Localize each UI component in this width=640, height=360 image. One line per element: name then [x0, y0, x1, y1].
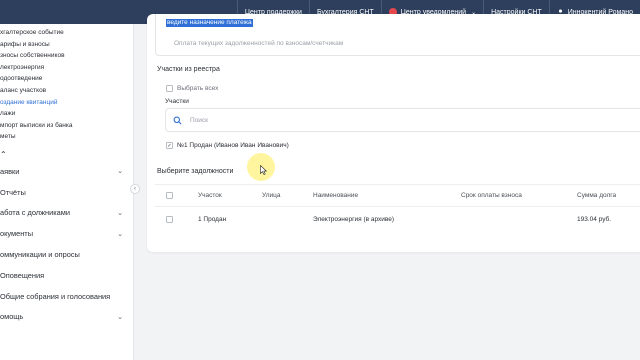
sidebar: хгалтерское событие арифы и взносы зносы…	[0, 24, 134, 360]
plot-item-label: №1 Продан (Иванов Иван Иванович)	[177, 142, 289, 149]
column-header: Улица	[262, 192, 281, 199]
table-cell-plot: 1 Продан	[198, 216, 227, 223]
payment-purpose-label: ведите назначение платежа	[166, 19, 253, 27]
sidebar-item-documents[interactable]: окументы ⌄	[0, 223, 133, 244]
debts-section-title: Выберите задолжности	[157, 168, 234, 175]
sidebar-sub-item-active[interactable]: оздание квитанций	[0, 97, 133, 109]
checkbox-icon	[166, 85, 173, 92]
receipt-form-card: ведите назначение платежа Оплата текущих…	[147, 14, 640, 252]
chevron-down-icon: ⌄	[117, 230, 123, 238]
sidebar-item-label: Отчёты	[0, 187, 26, 197]
column-header: Участок	[198, 192, 222, 199]
chevron-up-icon: ⌃	[0, 150, 7, 160]
sidebar-sub-item[interactable]: лажи	[0, 108, 133, 120]
sidebar-item-debtors[interactable]: абота с должниками ⌄	[0, 203, 133, 224]
payment-purpose-placeholder: Оплата текущих задолженностей по взносам…	[174, 40, 344, 47]
sidebar-sub-item[interactable]: лектроэнергия	[0, 62, 133, 74]
sidebar-sub-item[interactable]: зносы собственников	[0, 50, 133, 62]
search-icon	[173, 116, 182, 124]
column-header: Сумма долга	[577, 192, 617, 199]
sidebar-item-alerts[interactable]: Оповещения	[0, 265, 133, 286]
column-header: Наименование	[313, 192, 359, 199]
chevron-down-icon: ⌄	[117, 313, 123, 321]
plots-search[interactable]	[165, 108, 640, 132]
sidebar-collapse-button[interactable]: ‹	[130, 184, 140, 194]
sidebar-sub-item[interactable]: мпорт выписки из банка	[0, 120, 133, 132]
table-row[interactable]: 1 Продан Электроэнергия (в архиве) 193.0…	[155, 206, 640, 232]
checkbox-checked-icon: ✓	[166, 142, 173, 149]
sidebar-item-meetings[interactable]: Общие собрания и голосования	[0, 286, 133, 307]
sidebar-item-help[interactable]: омощь ⌄	[0, 307, 133, 328]
column-header: Срок оплаты взноса	[461, 192, 522, 199]
table-header-row: Участок Улица Наименование Срок оплаты в…	[155, 184, 640, 206]
chevron-down-icon: ⌄	[117, 168, 123, 176]
submenu-collapse[interactable]: ⌃	[0, 149, 133, 161]
chevron-left-icon: ‹	[134, 186, 136, 192]
sidebar-item-label: Оповещения	[0, 270, 45, 280]
sidebar-sub-item[interactable]: одоотведение	[0, 73, 133, 85]
accounting-submenu: хгалтерское событие арифы и взносы зносы…	[0, 27, 133, 143]
sidebar-item-reports[interactable]: Отчёты	[0, 182, 133, 203]
sidebar-sub-item[interactable]: аланс участков	[0, 85, 133, 97]
sidebar-sub-item[interactable]: арифы и взносы	[0, 39, 133, 51]
debts-table: Участок Улица Наименование Срок оплаты в…	[155, 184, 640, 232]
sidebar-item-label: аявки	[0, 166, 20, 176]
sidebar-sub-item[interactable]: хгалтерское событие	[0, 27, 133, 39]
header-checkbox-cell[interactable]	[166, 185, 173, 206]
plot-checkbox-item[interactable]: ✓ №1 Продан (Иванов Иван Иванович)	[166, 142, 289, 149]
checkbox-icon	[166, 216, 173, 223]
plots-section-title: Участки из реестра	[157, 66, 220, 73]
chevron-down-icon: ⌄	[117, 209, 123, 217]
sidebar-item-requests[interactable]: аявки ⌄	[0, 161, 133, 182]
plots-search-input[interactable]	[190, 116, 390, 124]
sidebar-item-label: окументы	[0, 229, 34, 239]
row-checkbox-cell[interactable]	[166, 207, 173, 232]
select-all-label: Выбрать всех	[177, 85, 219, 92]
plots-label: Участки	[165, 98, 189, 105]
sidebar-item-communications[interactable]: оммуникации и опросы	[0, 244, 133, 265]
checkbox-icon	[166, 192, 173, 199]
table-cell-amount: 193.04 руб.	[577, 216, 612, 223]
table-cell-name: Электроэнергия (в архиве)	[313, 216, 395, 223]
sidebar-sub-item[interactable]: меты	[0, 131, 133, 143]
sidebar-item-label: оммуникации и опросы	[0, 250, 80, 260]
payment-purpose-field[interactable]: ведите назначение платежа Оплата текущих…	[155, 14, 640, 56]
select-all-checkbox[interactable]: Выбрать всех	[166, 85, 218, 92]
sidebar-item-label: абота с должниками	[0, 208, 70, 218]
sidebar-item-label: Общие собрания и голосования	[0, 291, 111, 301]
sidebar-item-label: омощь	[0, 312, 24, 322]
